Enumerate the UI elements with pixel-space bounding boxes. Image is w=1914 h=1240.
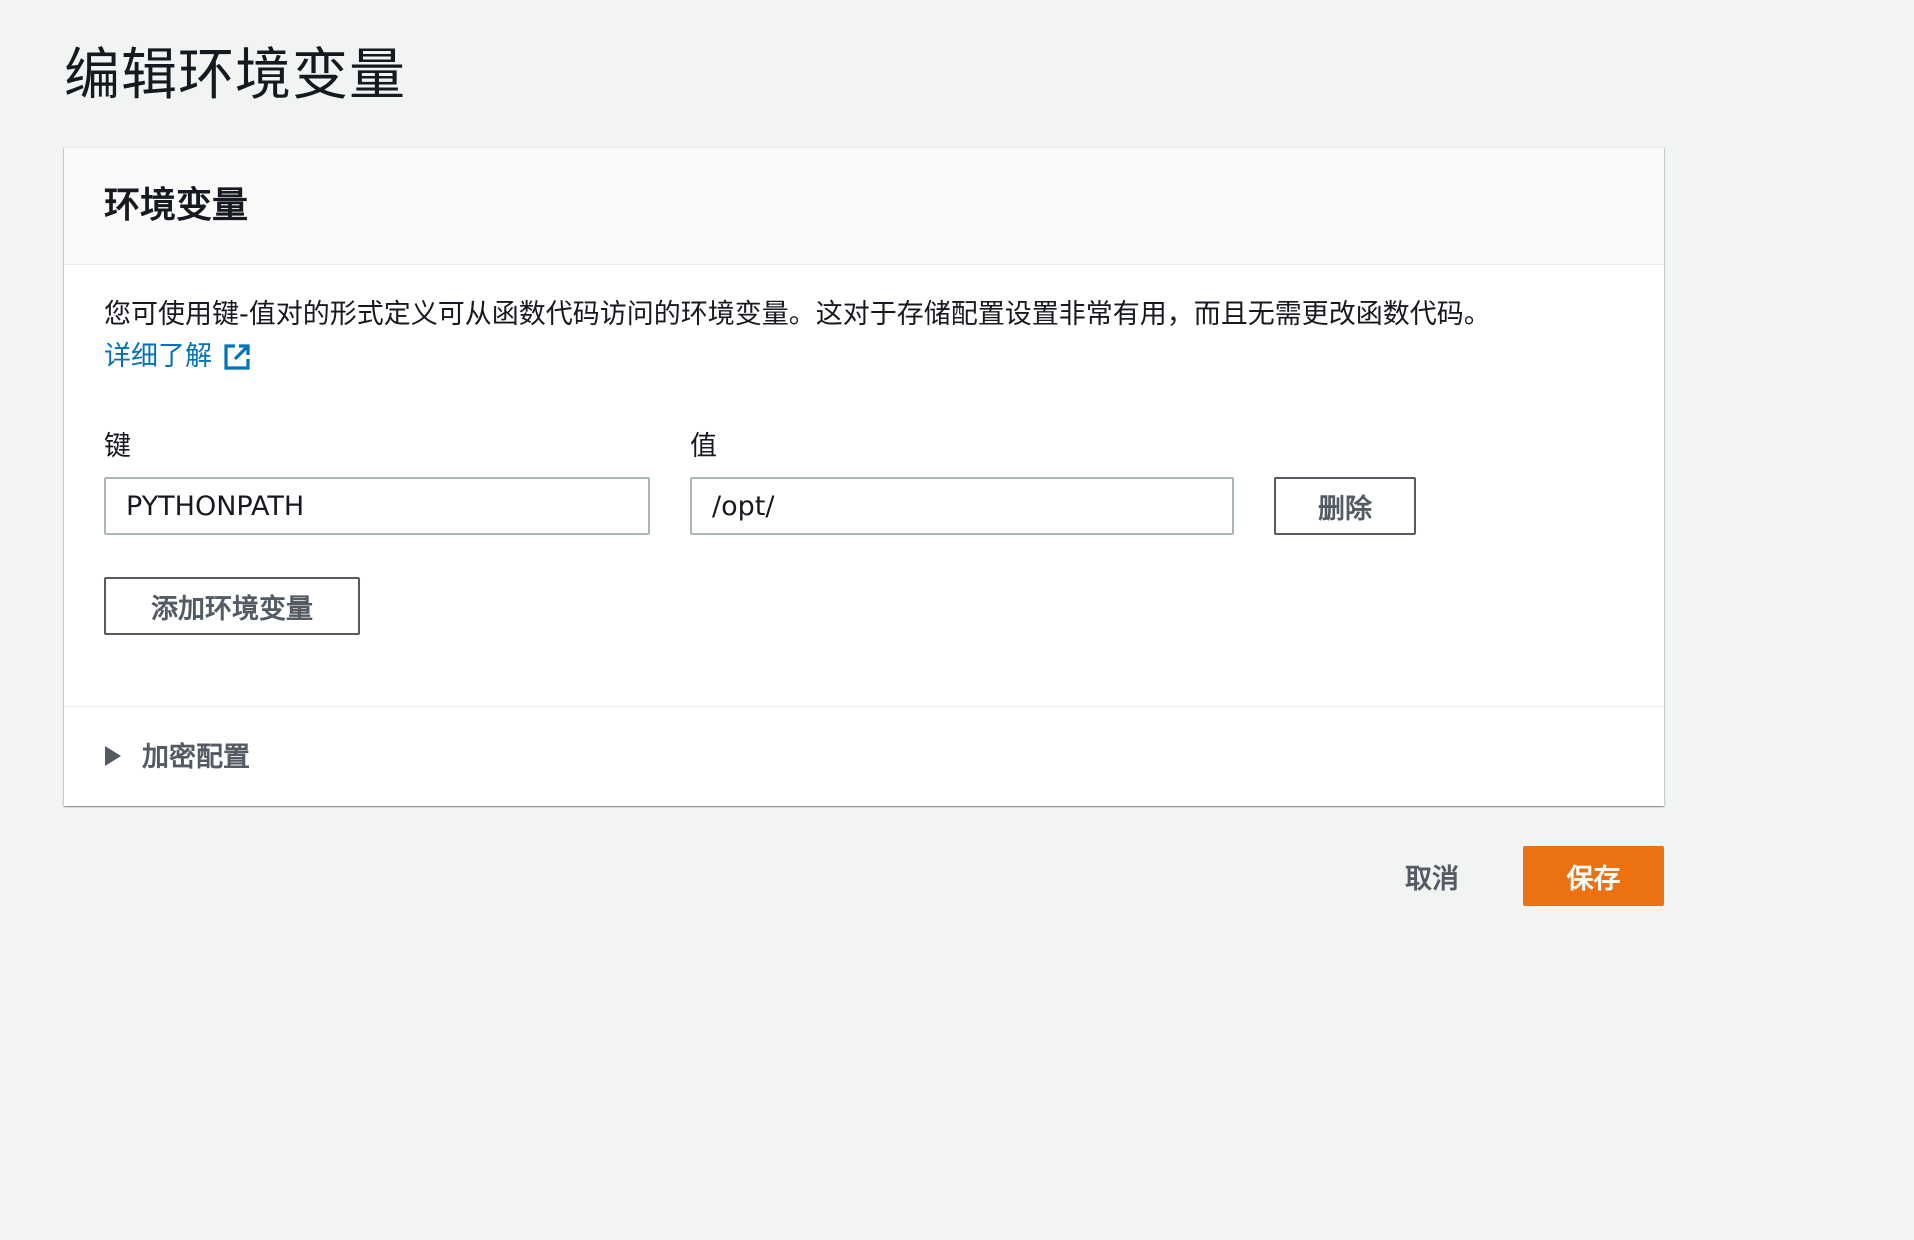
env-key-input[interactable]: [104, 477, 650, 535]
encryption-config-expander[interactable]: 加密配置: [104, 728, 250, 788]
add-environment-variable-button[interactable]: 添加环境变量: [104, 577, 360, 635]
value-column-label: 值: [690, 431, 717, 462]
panel-description: 您可使用键-值对的形式定义可从函数代码访问的环境变量。这对于存储配置设置非常有用…: [104, 299, 1491, 330]
learn-more-label: 详细了解: [104, 341, 212, 372]
panel-header: 环境变量: [64, 148, 1664, 265]
remove-variable-button[interactable]: 删除: [1274, 477, 1416, 535]
caret-right-icon: [104, 745, 122, 771]
panel-divider: [64, 706, 1664, 707]
cancel-button[interactable]: 取消: [1380, 846, 1484, 906]
key-column-label: 键: [104, 431, 131, 462]
environment-variables-panel: 环境变量 您可使用键-值对的形式定义可从函数代码访问的环境变量。这对于存储配置设…: [64, 147, 1664, 806]
page-title: 编辑环境变量: [64, 43, 406, 108]
save-button[interactable]: 保存: [1523, 846, 1664, 906]
panel-title: 环境变量: [104, 185, 249, 226]
env-value-input[interactable]: [690, 477, 1234, 535]
learn-more-link[interactable]: 详细了解: [104, 338, 252, 376]
encryption-config-label: 加密配置: [142, 742, 250, 773]
external-link-icon: [222, 342, 252, 372]
